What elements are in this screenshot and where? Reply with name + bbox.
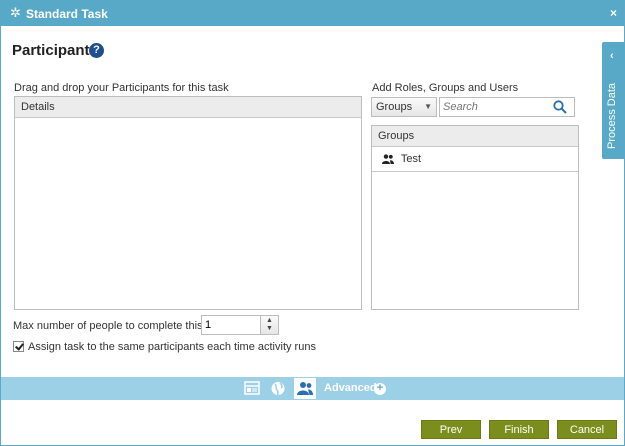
group-icon [382,154,394,165]
search-icon[interactable] [553,100,567,114]
chevron-left-icon: ‹ [610,50,614,62]
stepper-up-icon[interactable]: ▲ [266,317,273,324]
details-column-header: Details [15,97,361,118]
process-data-tab[interactable]: ‹ Process Data [602,42,625,159]
section-toolbar: Advanced + [1,377,624,400]
page-title: Participants [12,42,98,59]
stepper-down-icon[interactable]: ▼ [266,325,273,332]
chevron-down-icon: ▼ [424,102,432,111]
advanced-label[interactable]: Advanced [324,382,377,394]
type-select[interactable]: Groups ▼ [371,97,437,117]
assign-checkbox-row[interactable]: Assign task to the same participants eac… [13,340,316,353]
add-label: Add Roles, Groups and Users [372,82,519,94]
stepper-spin: ▲ ▼ [260,316,278,334]
assign-label: Assign task to the same participants eac… [28,341,316,353]
prev-button[interactable]: Prev [421,420,481,439]
max-people-stepper[interactable]: ▲ ▼ [201,315,279,335]
max-people-label: Max number of people to complete this ta… [13,320,229,332]
max-people-input[interactable] [205,318,255,332]
list-item-label: Test [400,153,422,165]
participants-drop-panel[interactable]: Details [14,96,362,310]
participants-icon[interactable] [294,378,316,399]
window-title: Standard Task [26,7,108,21]
gear-icon: ✲ [10,5,21,20]
process-data-label: Process Data [606,82,618,149]
dialog: ✲ Standard Task × Participants ? Drag an… [0,0,625,446]
finish-button[interactable]: Finish [489,420,549,439]
list-item[interactable]: Test [372,147,578,172]
search-input[interactable] [443,99,543,115]
drag-label: Drag and drop your Participants for this… [14,82,229,94]
groups-column-header: Groups [372,126,578,147]
groups-panel: Groups Test [371,125,579,310]
assign-checkbox[interactable] [13,340,24,352]
search-box[interactable] [439,97,575,117]
close-icon[interactable]: × [610,6,617,20]
cancel-button[interactable]: Cancel [557,420,617,439]
form-icon[interactable] [241,378,263,399]
type-select-value: Groups [376,101,413,113]
plus-icon[interactable]: + [374,383,386,395]
globe-icon[interactable] [267,378,289,399]
help-icon[interactable]: ? [89,43,104,58]
title-bar: ✲ Standard Task × [1,1,624,26]
